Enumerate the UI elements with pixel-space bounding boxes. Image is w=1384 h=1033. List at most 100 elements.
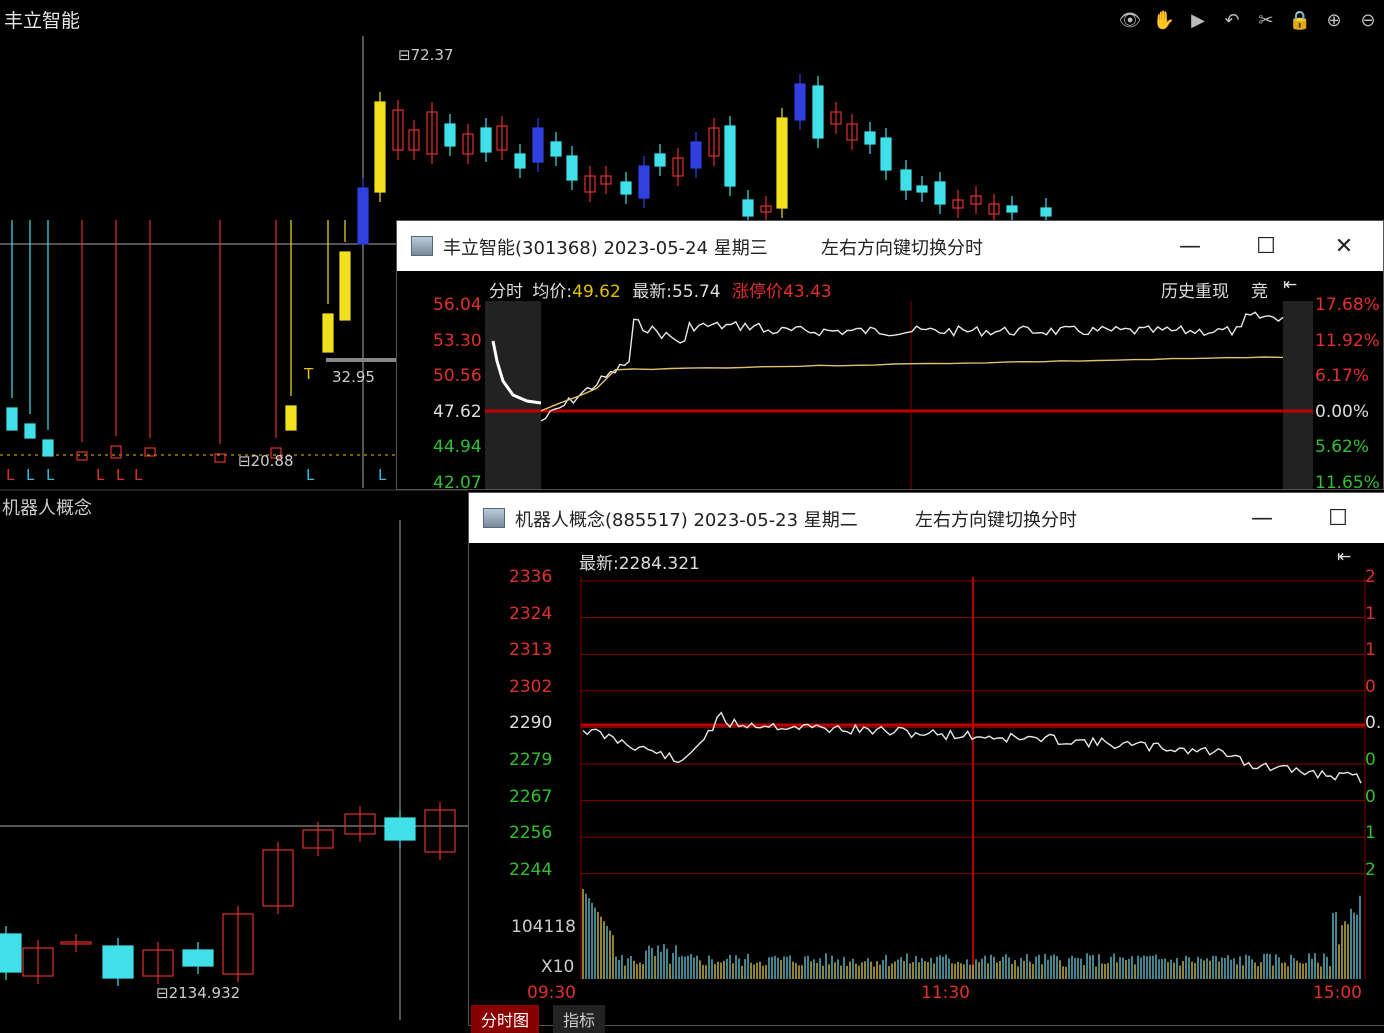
candle-body [76,451,88,461]
candle-body [374,101,386,193]
candle-body [532,127,544,163]
volume-bars [582,889,1361,979]
y-tick-label: 2324 [509,603,553,624]
candle-body [110,445,122,459]
stock-intraday-window[interactable]: 丰立智能(301368) 2023-05-24 星期三 左右方向键切换分时 — … [396,220,1384,493]
y-tick-label: 1 [1365,823,1376,844]
window-titlebar[interactable]: 丰立智能(301368) 2023-05-24 星期三 左右方向键切换分时 — … [397,221,1383,271]
candle-body [1040,207,1052,217]
bottom-tabs: 分时图 指标 [469,1005,669,1033]
candle-body [880,137,892,171]
y-tick-label: 2313 [509,640,553,661]
maximize-button[interactable]: ☐ [1249,229,1283,263]
y-tick-label: 2244 [509,859,553,880]
window-title: 机器人概念(885517) 2023-05-23 星期二 [515,510,858,531]
y-tick-label: 11.92% [1315,330,1380,351]
y-tick-label: 56.04 [433,295,482,315]
section-name-label: 机器人概念 [2,498,92,519]
candle-body [900,169,912,191]
candle-body [566,155,578,181]
minimize-button[interactable]: — [1173,229,1207,263]
candle-body [864,131,876,145]
y-tick-label: 1 [1365,640,1376,661]
x-label-close: 15:00 [1313,983,1362,1003]
candle-body [620,181,632,195]
low-price-label: ⊟20.88 [238,452,294,470]
candle-body [812,85,824,139]
candle-body [322,313,334,353]
concept-intraday-window[interactable]: 机器人概念(885517) 2023-05-23 星期二 左右方向键切换分时 —… [468,492,1384,1033]
window-titlebar[interactable]: 机器人概念(885517) 2023-05-23 星期二 左右方向键切换分时 —… [469,493,1384,543]
y-tick-label: 2256 [509,823,553,844]
y-tick-label: 0.00% [1315,401,1370,422]
y-tick-label: 17.68% [1315,295,1380,315]
y-tick-label: 1 [1365,603,1376,624]
volume-unit-label: X10 [541,957,575,977]
y-tick-label: 42.07 [433,472,482,493]
window-title: 丰立智能(301368) 2023-05-24 星期三 [443,238,768,259]
candle-body [339,251,351,321]
minimize-button[interactable]: — [1245,501,1279,535]
auction-zone-right [1283,301,1313,489]
x-label-midday: 11:30 [921,983,970,1003]
candle-body [776,117,788,209]
y-tick-label: 5.62% [1315,437,1370,457]
y-tick-label: 2267 [509,786,553,807]
price-line [540,311,1284,422]
maximize-button[interactable]: ☐ [1321,501,1355,535]
y-tick-label: 0 [1365,786,1376,807]
section-low-label: ⊟2134.932 [156,984,241,1002]
candle-body [638,165,650,199]
y-tick-label: 47.62 [433,401,482,422]
y-tick-label: 0 [1365,750,1376,770]
candle-body [6,407,18,431]
y-tick-label: 6.17% [1315,366,1370,386]
y-tick-label: 44.94 [433,437,482,457]
mid-price-label: 32.95 [332,368,375,386]
candle-body [357,187,369,245]
candle-body [794,83,806,121]
candle-body [480,127,492,153]
candle-body [934,181,946,205]
y-tick-label: 2 [1365,859,1376,880]
y-tick-label: 2290 [509,713,553,734]
candle-body [42,439,54,457]
tab-intraday[interactable]: 分时图 [471,1005,540,1033]
close-button[interactable]: ✕ [1327,229,1361,263]
x-label-open: 09:30 [527,983,576,1003]
candle-body [916,185,928,193]
y-tick-label: 11.65% [1315,472,1380,493]
candle-body [550,141,562,157]
window-app-icon [411,236,433,256]
tab-indicator[interactable]: 指标 [553,1005,606,1033]
candle-body [102,945,134,979]
candle-body [24,423,36,439]
candle-body [384,817,416,841]
volume-max-label: 104118 [511,917,576,937]
intraday-chart[interactable] [397,271,1383,489]
candle-body [1006,205,1018,213]
y-tick-label: 2302 [509,676,553,697]
window-app-icon [483,508,505,528]
window-hint: 左右方向键切换分时 [821,238,983,259]
bottom-candles [0,802,456,986]
candle-body [654,153,666,167]
candle-body [690,141,702,169]
candle-body [444,123,456,147]
y-tick-label: 2 [1365,567,1376,587]
y-tick-label: 50.56 [433,366,482,386]
high-price-label: ⊟72.37 [398,46,454,64]
candle-body [285,405,297,431]
candle-body [0,933,22,973]
y-tick-label: 2279 [509,750,553,770]
candle-body [742,199,754,217]
y-tick-label: 2336 [509,567,553,587]
candle-body [724,125,736,187]
window-hint: 左右方向键切换分时 [915,510,1077,531]
candle-body [182,949,214,967]
y-tick-label: 53.30 [433,330,482,351]
concept-chart[interactable] [469,543,1384,1025]
y-tick-label: 0 [1365,676,1376,697]
average-line [540,356,1284,412]
y-tick-label: 0. [1365,713,1382,734]
